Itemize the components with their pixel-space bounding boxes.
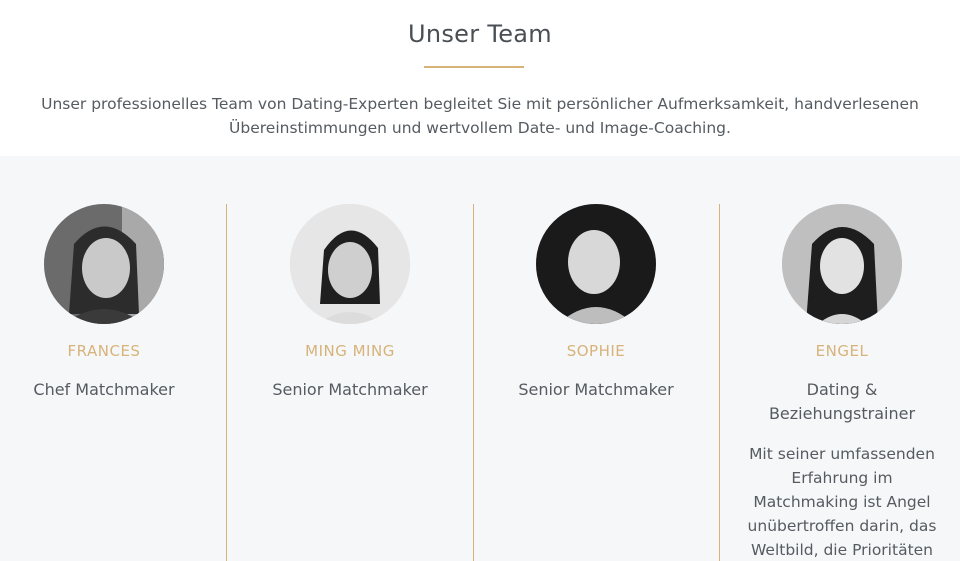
member-photo [536, 204, 656, 324]
column-divider [473, 204, 474, 561]
member-photo [44, 204, 164, 324]
column-divider [719, 204, 720, 561]
team-header: Unser Team Unser professionelles Team vo… [0, 0, 960, 156]
team-member-card: MING MING Senior Matchmaker [250, 204, 450, 402]
member-role: Chef Matchmaker [33, 380, 175, 399]
title-underline [424, 66, 524, 68]
team-grid: FRANCES Chef Matchmaker MING MING Senior… [0, 156, 960, 561]
member-role: Senior Matchmaker [272, 380, 428, 399]
member-role: Dating & Beziehungstrainer [768, 380, 916, 423]
column-divider [226, 204, 227, 561]
section-title: Unser Team [408, 20, 552, 48]
section-intro: Unser professionelles Team von Dating-Ex… [41, 95, 919, 137]
member-name: MING MING [305, 342, 395, 360]
member-name: SOPHIE [566, 342, 626, 360]
member-name: FRANCES [67, 342, 141, 360]
team-member-card: ENGEL Dating & Beziehungstrainer Mit sei… [742, 204, 942, 561]
member-photo [290, 204, 410, 324]
member-role: Senior Matchmaker [518, 380, 674, 399]
member-photo [782, 204, 902, 324]
team-member-card: SOPHIE Senior Matchmaker [496, 204, 696, 402]
member-bio: Mit seiner umfassenden Erfahrung im Matc… [747, 445, 937, 559]
member-name: ENGEL [815, 342, 869, 360]
team-member-card: FRANCES Chef Matchmaker [4, 204, 204, 402]
